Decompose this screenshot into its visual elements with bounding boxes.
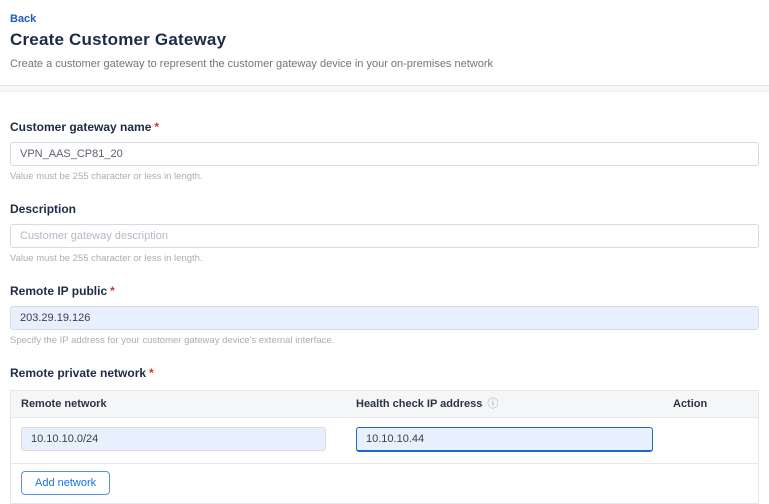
- page-subtitle: Create a customer gateway to represent t…: [10, 58, 759, 85]
- required-asterisk: *: [110, 284, 115, 298]
- page-header: Back Create Customer Gateway Create a cu…: [0, 0, 769, 85]
- info-icon[interactable]: ⓘ: [487, 399, 498, 410]
- customer-gateway-name-input[interactable]: [10, 142, 759, 166]
- field-customer-gateway-name: Customer gateway name* Value must be 255…: [10, 120, 759, 182]
- column-header-remote-network: Remote network: [21, 398, 356, 410]
- add-network-button[interactable]: Add network: [21, 471, 110, 495]
- description-input[interactable]: [10, 224, 759, 248]
- remote-network-input[interactable]: [21, 427, 326, 451]
- remote-ip-public-helper: Specify the IP address for your customer…: [10, 335, 759, 346]
- description-helper: Value must be 255 character or less in l…: [10, 253, 759, 264]
- table-row: [11, 418, 758, 463]
- table-header-row: Remote network Health check IP address ⓘ…: [11, 391, 758, 418]
- field-remote-private-network: Remote private network* Remote network H…: [10, 366, 759, 504]
- customer-gateway-name-label: Customer gateway name: [10, 120, 151, 134]
- field-label: Remote IP public*: [10, 284, 759, 298]
- field-label: Remote private network*: [10, 366, 759, 380]
- field-remote-ip-public: Remote IP public* Specify the IP address…: [10, 284, 759, 346]
- create-gateway-form: Customer gateway name* Value must be 255…: [0, 120, 769, 504]
- customer-gateway-name-helper: Value must be 255 character or less in l…: [10, 171, 759, 182]
- column-header-health-check: Health check IP address ⓘ: [356, 398, 673, 410]
- health-check-ip-input[interactable]: [356, 427, 653, 452]
- page-title: Create Customer Gateway: [10, 30, 759, 50]
- required-asterisk: *: [154, 120, 159, 134]
- field-label: Description: [10, 202, 759, 216]
- required-asterisk: *: [149, 366, 154, 380]
- section-divider: [0, 85, 769, 92]
- field-label: Customer gateway name*: [10, 120, 759, 134]
- remote-ip-public-label: Remote IP public: [10, 284, 107, 298]
- remote-ip-public-input[interactable]: [10, 306, 759, 330]
- column-header-health-check-label: Health check IP address: [356, 398, 482, 410]
- description-label: Description: [10, 202, 76, 216]
- back-link[interactable]: Back: [10, 13, 36, 25]
- remote-private-network-table: Remote network Health check IP address ⓘ…: [10, 390, 759, 504]
- remote-private-network-label: Remote private network: [10, 366, 146, 380]
- field-description: Description Value must be 255 character …: [10, 202, 759, 264]
- column-header-action: Action: [673, 398, 758, 410]
- table-footer-row: Add network: [11, 463, 758, 503]
